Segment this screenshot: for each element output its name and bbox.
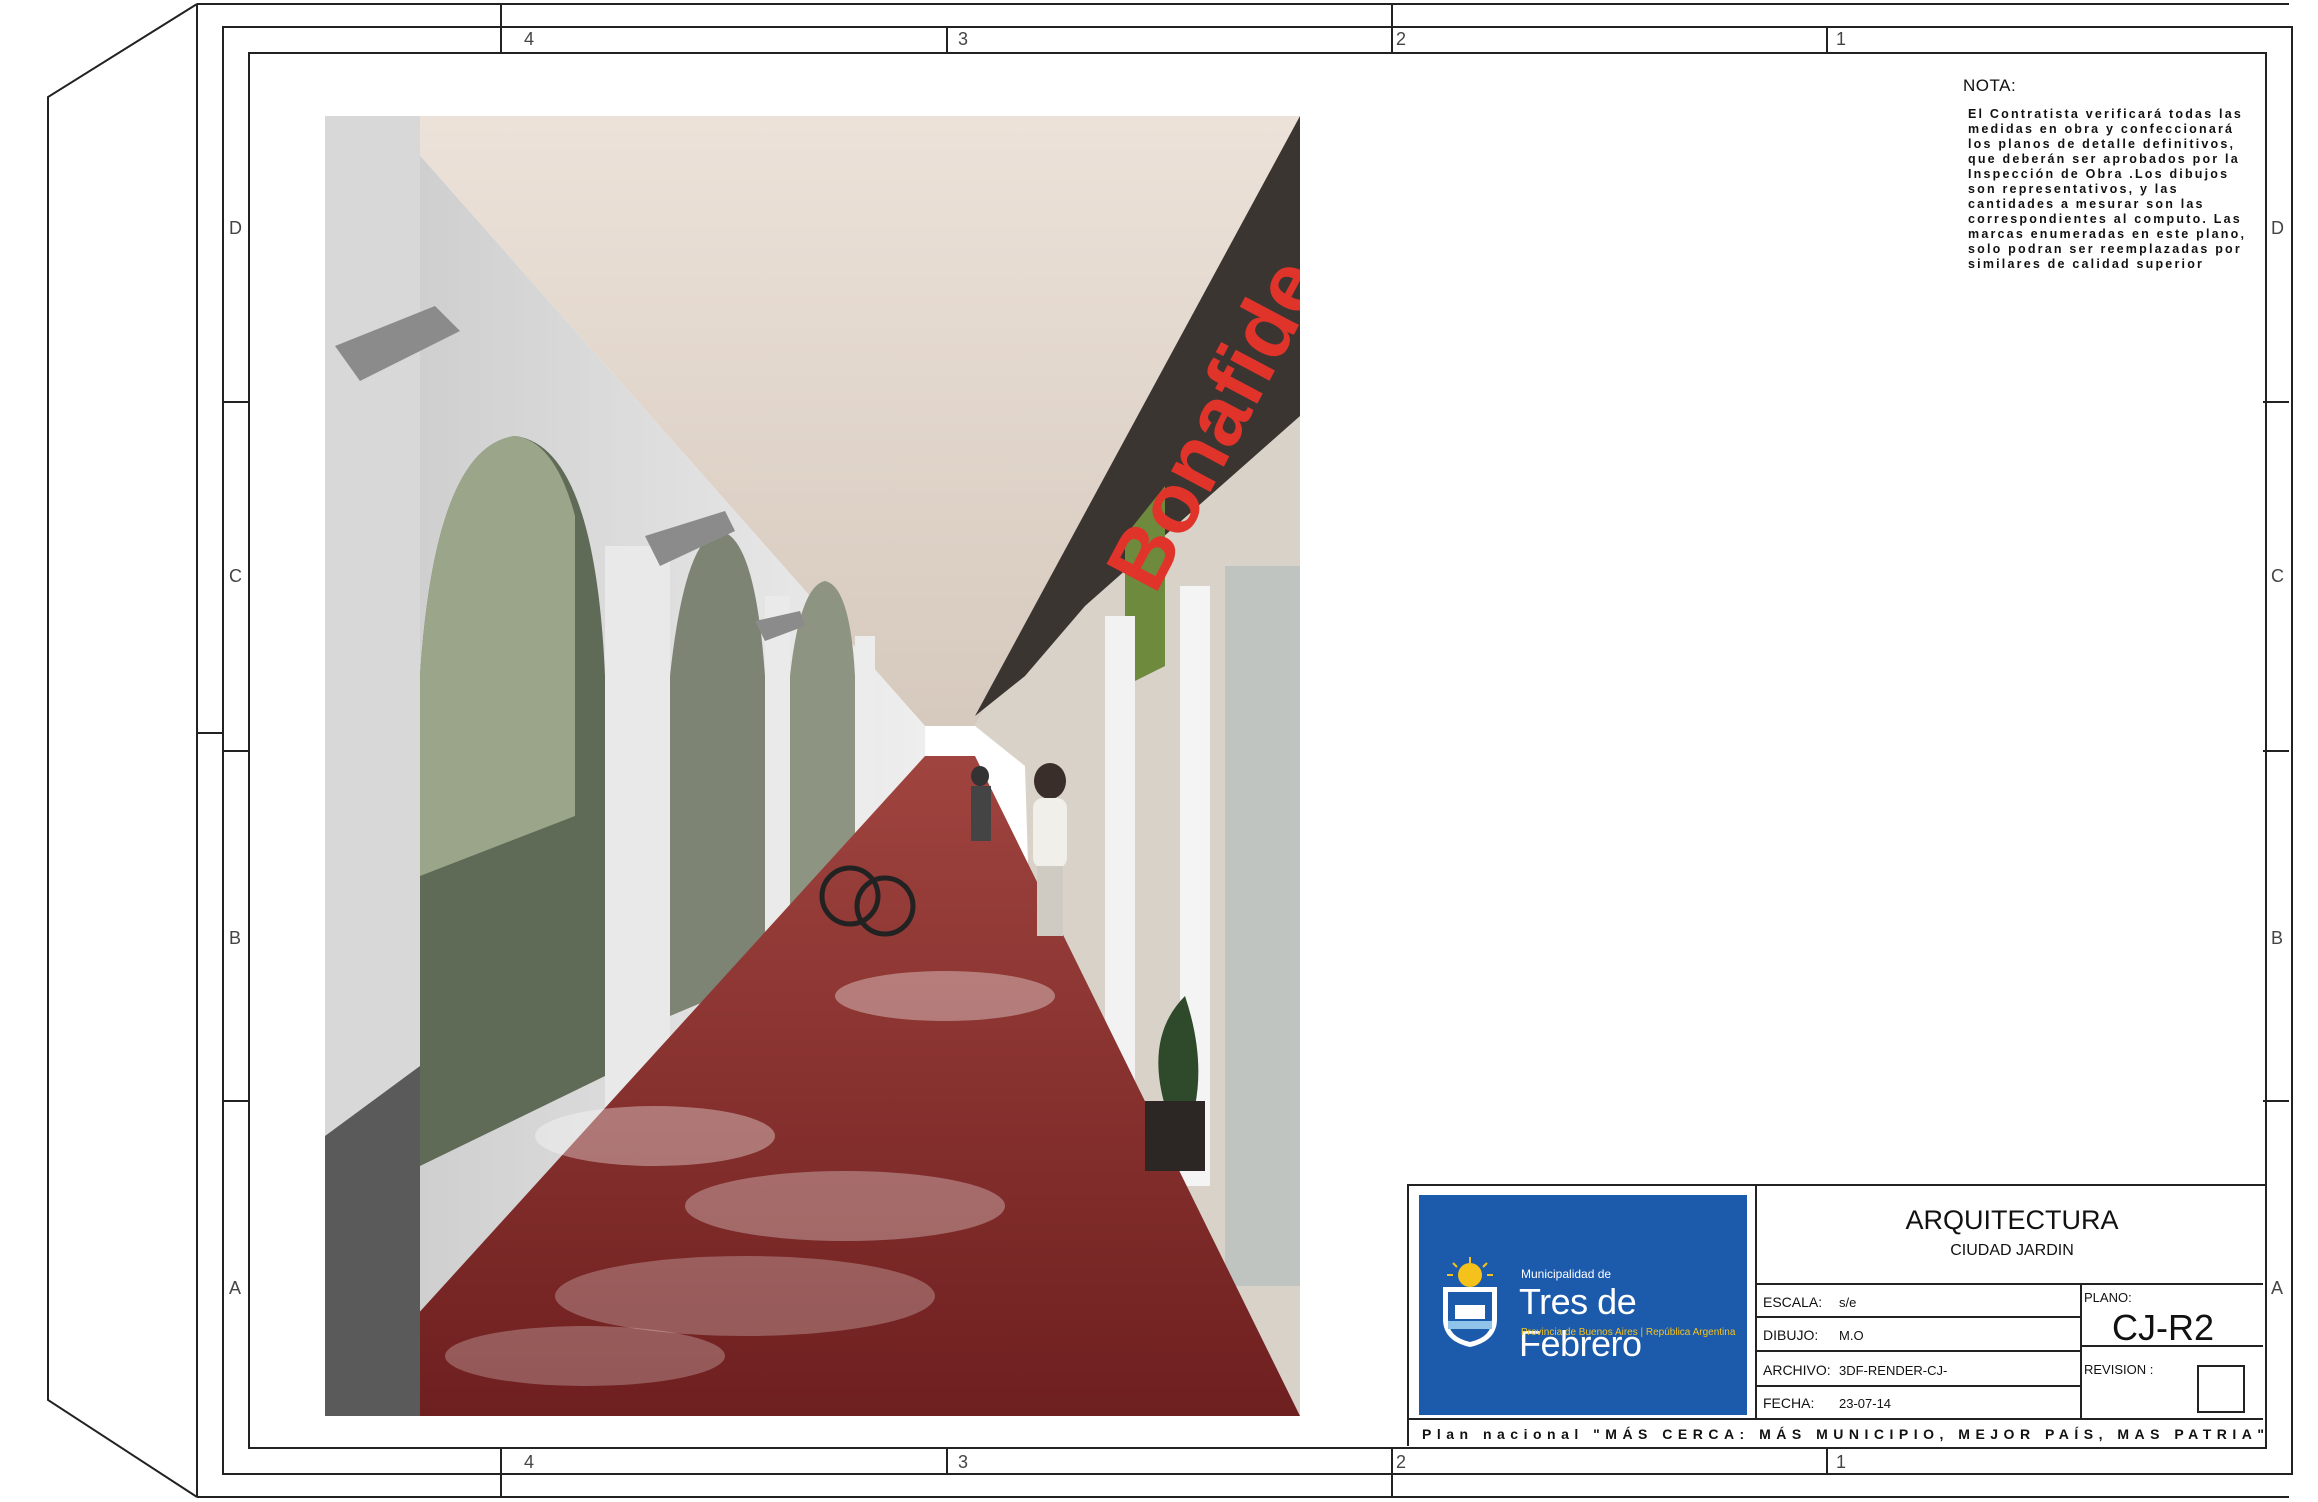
revision-box [2197, 1365, 2245, 1413]
grid-col-label: 2 [1396, 1452, 1407, 1472]
grid-row-label: B [2271, 928, 2284, 948]
note-body: El Contratista verificará todas las medi… [1968, 107, 2247, 271]
grid-col-label: 1 [1836, 1452, 1847, 1472]
grid-col-label: 4 [524, 29, 535, 49]
logo-line1: Municipalidad de [1521, 1267, 1612, 1281]
footer-slogan: Plan nacional "MÁS CERCA: MÁS MUNICIPIO,… [1422, 1426, 2270, 1442]
col-tick [1391, 1447, 1393, 1498]
dibujo-value: M.O [1839, 1328, 1864, 1343]
plano-code: CJ-R2 [2112, 1307, 2215, 1348]
grid-row-label: C [229, 566, 242, 586]
render-photo: Bonafide [325, 116, 1300, 1416]
title-block-subtitle: CIUDAD JARDIN [1950, 1242, 2074, 1259]
top-border-line [197, 3, 2289, 5]
archivo-value: 3DF-RENDER-CJ- [1839, 1363, 1948, 1378]
grid-row-label: B [229, 928, 242, 948]
grid-col-label: 3 [958, 29, 969, 49]
escala-label: ESCALA: [1763, 1294, 1823, 1310]
title-block-title: ARQUITECTURA [1905, 1205, 2119, 1235]
logo-line2: Tres de Febrero [1519, 1281, 1642, 1364]
row-tick [222, 401, 248, 403]
logo-line3: Provincia de Buenos Aires | República Ar… [1521, 1327, 1736, 1338]
col-tick [1826, 1447, 1828, 1473]
row-tick [2263, 750, 2289, 752]
title-block-divider [1755, 1350, 2080, 1352]
grid-col-label: 2 [1396, 29, 1407, 49]
title-block-divider [2080, 1283, 2082, 1418]
grid-row-label: A [2271, 1278, 2284, 1298]
grid-row-label: D [2271, 218, 2284, 238]
col-tick [1391, 3, 1393, 52]
row-tick [2263, 401, 2289, 403]
row-tick [222, 750, 248, 752]
grid-row-label: A [229, 1278, 242, 1298]
escala-value: s/e [1839, 1295, 1857, 1310]
coat-of-arms-icon [1443, 1257, 1497, 1347]
row-tick [222, 1100, 248, 1102]
title-block-divider [1755, 1385, 2080, 1387]
grid-col-label: 1 [1836, 29, 1847, 49]
folded-page-outline [47, 3, 222, 1498]
col-tick [500, 3, 502, 52]
col-tick [500, 1447, 502, 1498]
note-title: NOTA: [1963, 76, 2017, 95]
dibujo-label: DIBUJO: [1763, 1327, 1819, 1343]
row-tick [2263, 1100, 2289, 1102]
grid-col-label: 4 [524, 1452, 535, 1472]
title-block-divider [1755, 1283, 2263, 1285]
title-block-divider [1755, 1316, 2080, 1318]
col-tick [946, 1447, 948, 1473]
grid-col-label: 3 [958, 1452, 969, 1472]
municipality-logo: Municipalidad de Tres de Febrero Provinc… [1419, 1195, 1747, 1415]
grid-row-label: D [229, 218, 242, 238]
title-block-divider [1755, 1184, 1757, 1418]
archivo-label: ARCHIVO: [1763, 1362, 1831, 1378]
col-tick [1826, 26, 1828, 52]
col-tick [946, 26, 948, 52]
plano-label: PLANO: [2084, 1290, 2132, 1305]
title-block-divider [1407, 1418, 2263, 1420]
fecha-value: 23-07-14 [1839, 1396, 1892, 1411]
grid-row-label: C [2271, 566, 2284, 586]
fecha-label: FECHA: [1763, 1395, 1815, 1411]
bottom-border-line [197, 1496, 2289, 1498]
revision-label: REVISION : [2084, 1362, 2154, 1377]
